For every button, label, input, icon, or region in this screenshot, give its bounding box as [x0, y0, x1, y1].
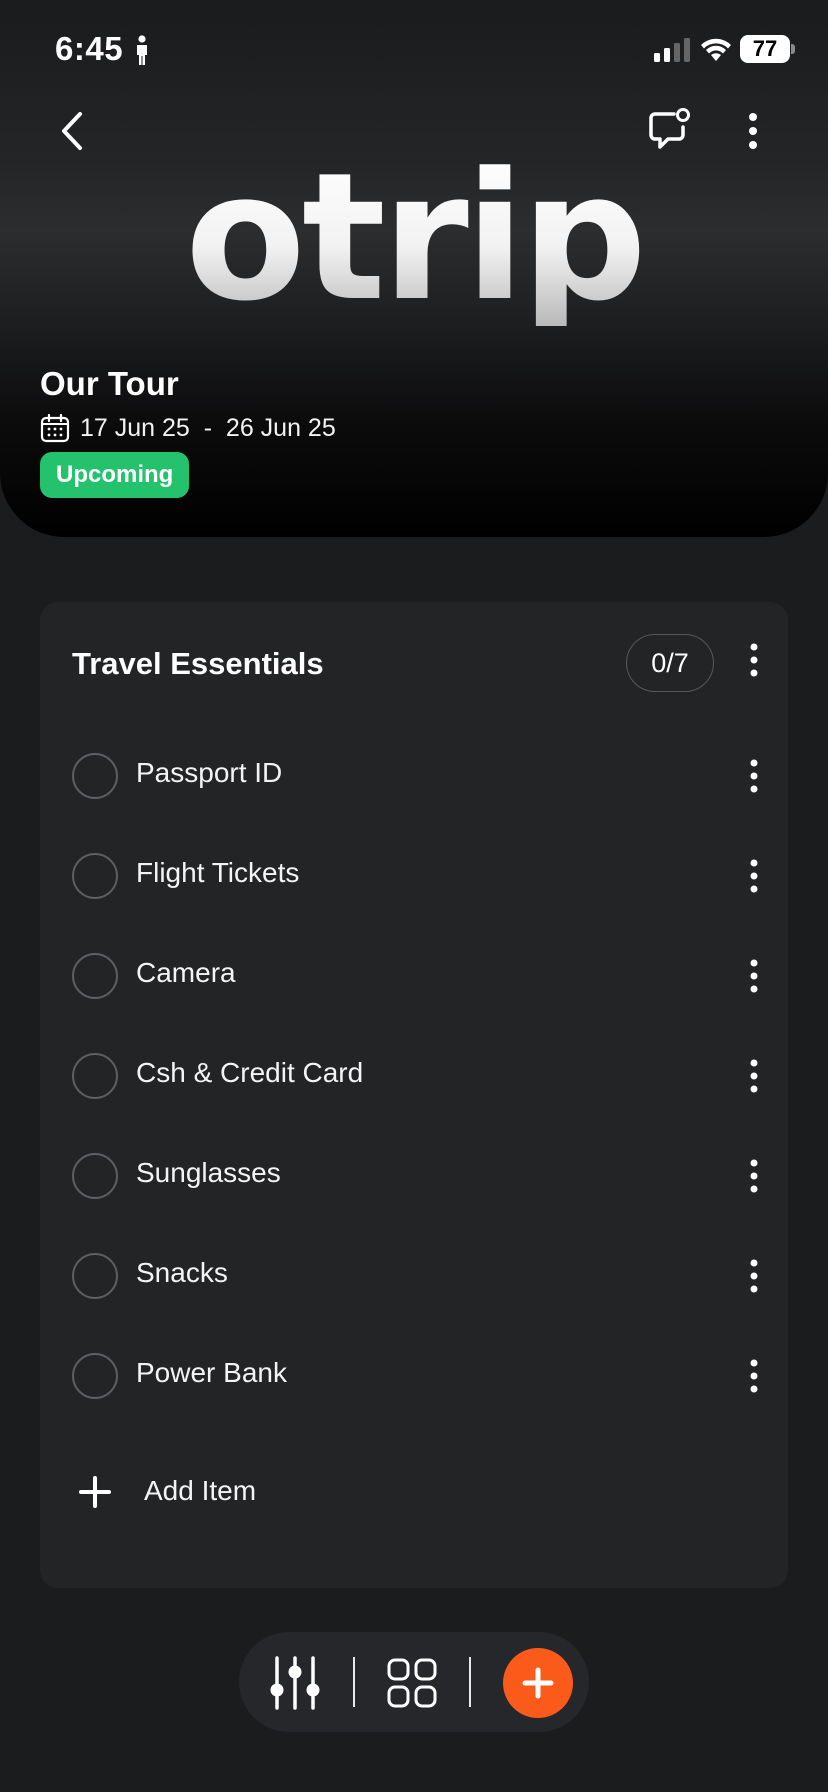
checklist-item: Snacks [40, 1226, 788, 1326]
checklist-item: Camera [40, 926, 788, 1026]
checklist-item: Sunglasses [40, 1126, 788, 1226]
battery-tip [791, 44, 795, 54]
item-more-icon[interactable] [741, 1058, 767, 1094]
battery-level: 77 [740, 35, 790, 63]
item-more-icon[interactable] [741, 1358, 767, 1394]
signal-icon [654, 38, 690, 62]
more-vertical-icon[interactable] [740, 110, 766, 152]
calendar-icon [40, 413, 70, 443]
item-checkbox[interactable] [72, 853, 118, 899]
bottom-toolbar [239, 1632, 589, 1732]
item-label: Sunglasses [136, 1157, 281, 1188]
status-badge: Upcoming [40, 452, 190, 498]
checklist-count: 0/7 [626, 634, 714, 692]
status-time: 6:45 [55, 30, 124, 67]
toolbar-divider [469, 1657, 471, 1707]
add-item-button[interactable]: Add Item [40, 1449, 788, 1539]
item-more-icon[interactable] [741, 1158, 767, 1194]
screen: 6:45 77 otrip Our Tour 17 Jun 25 - 26 Ju… [0, 0, 828, 1792]
trip-header: 6:45 77 otrip Our Tour 17 Jun 25 - 26 Ju… [0, 0, 828, 537]
trip-title: Our Tour [40, 365, 179, 402]
sliders-icon[interactable] [269, 1656, 321, 1710]
chat-bubble-icon[interactable] [647, 107, 691, 151]
add-item-label: Add Item [144, 1475, 257, 1506]
item-label: Camera [136, 957, 236, 988]
item-checkbox[interactable] [72, 1153, 118, 1199]
item-more-icon[interactable] [741, 858, 767, 894]
checklist-item: Csh & Credit Card [40, 1026, 788, 1126]
person-icon [137, 35, 147, 65]
item-more-icon[interactable] [741, 958, 767, 994]
item-label: Power Bank [136, 1357, 287, 1388]
checklist-more-icon[interactable] [741, 642, 767, 678]
checklist-card: Travel Essentials 0/7 Passport ID Flight… [40, 602, 788, 1588]
item-checkbox[interactable] [72, 1053, 118, 1099]
checklist-item: Power Bank [40, 1326, 788, 1426]
item-checkbox[interactable] [72, 753, 118, 799]
item-label: Snacks [136, 1257, 228, 1288]
item-checkbox[interactable] [72, 953, 118, 999]
trip-dates: 17 Jun 25 - 26 Jun 25 [80, 414, 336, 442]
add-button[interactable] [503, 1648, 573, 1718]
item-checkbox[interactable] [72, 1353, 118, 1399]
item-label: Csh & Credit Card [136, 1057, 364, 1088]
item-label: Passport ID [136, 757, 283, 788]
checklist-title: Travel Essentials [72, 646, 324, 681]
checklist-item: Flight Tickets [40, 826, 788, 926]
item-label: Flight Tickets [136, 857, 300, 888]
item-checkbox[interactable] [72, 1253, 118, 1299]
wifi-icon [701, 38, 731, 61]
checklist-item: Passport ID [40, 726, 788, 826]
plus-icon [522, 1667, 554, 1699]
back-arrow-icon[interactable] [52, 108, 92, 154]
item-more-icon[interactable] [741, 1258, 767, 1294]
toolbar-divider [353, 1657, 355, 1707]
grid-icon[interactable] [387, 1658, 437, 1708]
otrip-logo: otrip [0, 150, 828, 326]
item-more-icon[interactable] [741, 758, 767, 794]
plus-icon [79, 1476, 111, 1508]
